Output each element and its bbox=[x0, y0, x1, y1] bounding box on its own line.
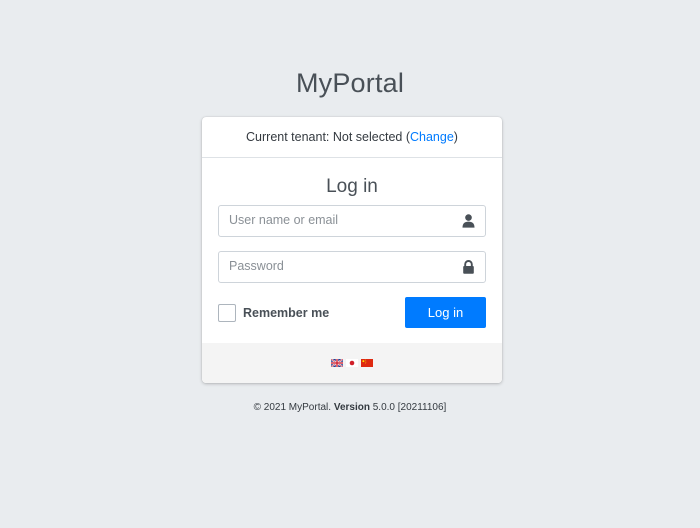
version-value: 5.0.0 [20211106] bbox=[369, 402, 447, 413]
language-bar bbox=[202, 343, 502, 383]
change-tenant-link[interactable]: Change bbox=[410, 130, 454, 144]
username-input[interactable] bbox=[219, 206, 459, 234]
password-input[interactable] bbox=[219, 252, 459, 280]
tenant-bar: Current tenant: Not selected (Change) bbox=[202, 117, 502, 158]
user-icon bbox=[462, 214, 475, 228]
password-field[interactable] bbox=[218, 251, 486, 283]
login-card: Current tenant: Not selected (Change) Lo… bbox=[202, 117, 502, 383]
remember-me[interactable]: Remember me bbox=[218, 303, 330, 322]
tenant-label: Current tenant: Not selected ( bbox=[246, 130, 410, 144]
lock-icon bbox=[463, 260, 474, 274]
remember-me-label: Remember me bbox=[243, 305, 330, 320]
login-heading: Log in bbox=[326, 176, 378, 197]
japan-flag-icon[interactable] bbox=[346, 359, 358, 367]
china-flag-icon[interactable] bbox=[361, 359, 373, 367]
version-label: Version bbox=[333, 402, 370, 413]
app-title: MyPortal bbox=[295, 68, 405, 98]
remember-me-checkbox[interactable] bbox=[218, 303, 236, 322]
login-form: Log in Remember me Log in bbox=[202, 176, 502, 328]
form-actions: Remember me Log in bbox=[218, 297, 486, 328]
page-footer: © 2021 MyPortal. Version 5.0.0 [20211106… bbox=[0, 402, 700, 413]
uk-flag-icon[interactable] bbox=[331, 359, 343, 367]
tenant-close-paren: ) bbox=[453, 130, 458, 144]
copyright-text: © 2021 MyPortal. bbox=[253, 402, 334, 413]
login-button[interactable]: Log in bbox=[405, 297, 486, 328]
username-field[interactable] bbox=[218, 205, 486, 237]
